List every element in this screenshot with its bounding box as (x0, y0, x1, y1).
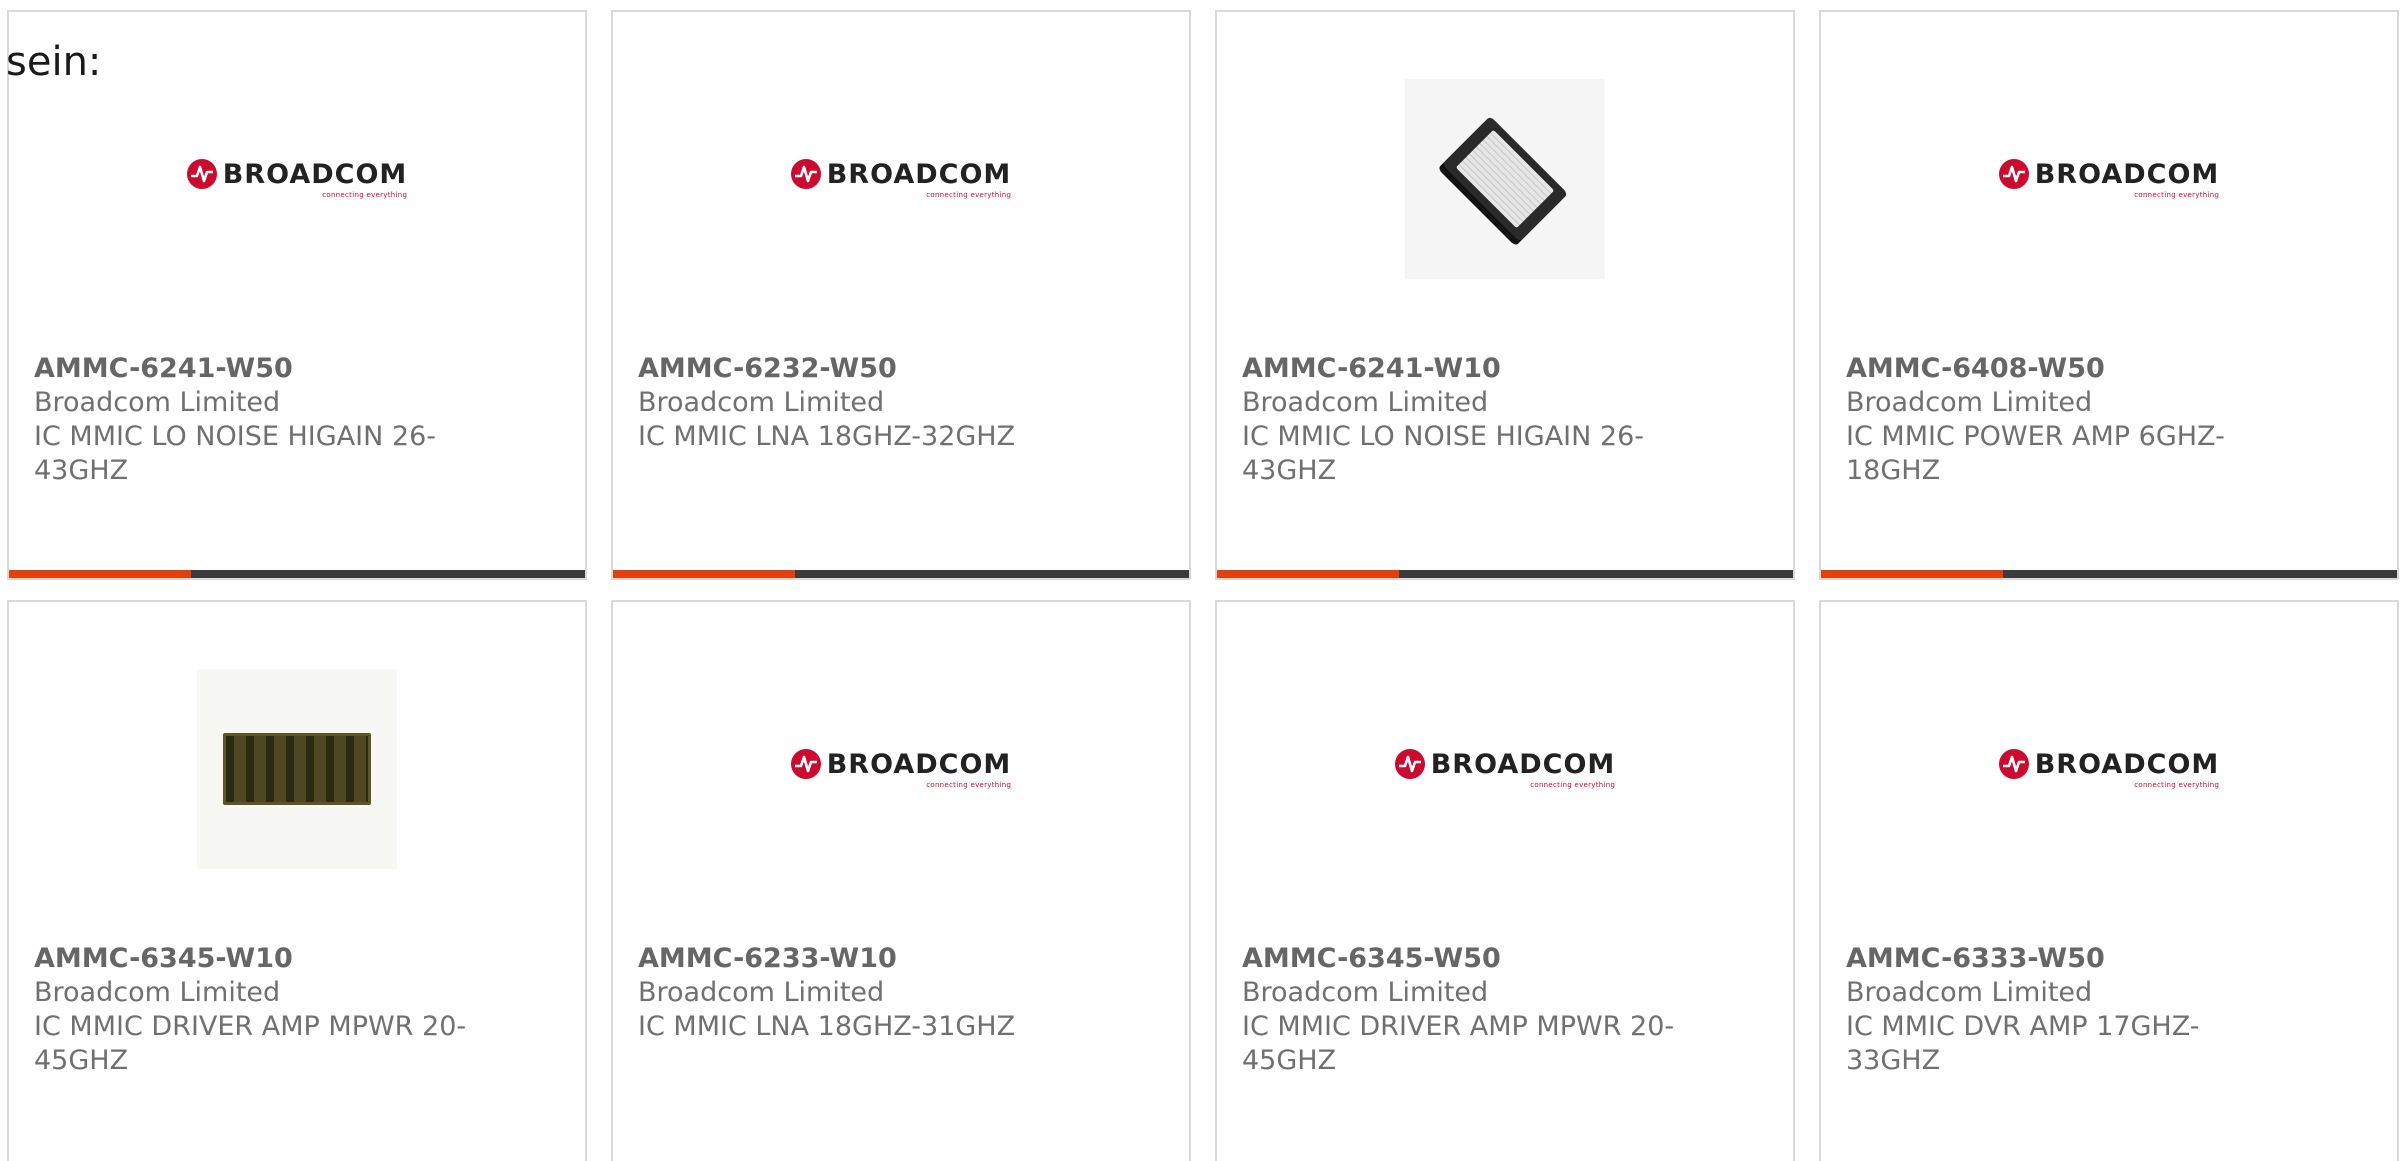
logo-wordmark: BROADCOM (826, 158, 1012, 190)
broadcom-logo: BROADCOM connecting everything (1998, 158, 2220, 199)
product-image[interactable] (1217, 74, 1793, 284)
logo-wordmark: BROADCOM (2034, 158, 2220, 190)
product-image[interactable]: BROADCOM connecting everything (9, 74, 585, 284)
product-description: IC MMIC LO NOISE HIGAIN 26-43GHZ (1242, 421, 1644, 486)
product-card[interactable]: BROADCOM connecting everything AMMC-6232… (611, 10, 1191, 580)
card-bottom-bar (613, 570, 1189, 578)
card-bottom-bar (9, 570, 585, 578)
logo-tagline: connecting everything (926, 781, 1012, 789)
broadcom-logo-icon (790, 159, 821, 189)
product-description: IC MMIC LO NOISE HIGAIN 26-43GHZ (34, 421, 436, 486)
broadcom-logo: BROADCOM connecting everything (1998, 748, 2220, 789)
part-number[interactable]: AMMC-6333-W50 (1846, 942, 2105, 976)
product-description: IC MMIC DRIVER AMP MPWR 20-45GHZ (34, 1011, 467, 1076)
part-number[interactable]: AMMC-6345-W50 (1242, 942, 1501, 976)
product-image[interactable]: BROADCOM connecting everything (1821, 664, 2397, 874)
manufacturer: Broadcom Limited (1846, 387, 2093, 418)
product-image[interactable]: BROADCOM connecting everything (613, 664, 1189, 874)
logo-tagline: connecting everything (322, 191, 408, 199)
product-image[interactable] (9, 664, 585, 874)
logo-tagline: connecting everything (926, 191, 1012, 199)
card-accent (1821, 570, 2003, 578)
card-bottom-bar (1217, 570, 1793, 578)
manufacturer: Broadcom Limited (1846, 977, 2093, 1008)
logo-wordmark: BROADCOM (222, 158, 408, 190)
logo-tagline: connecting everything (1530, 781, 1616, 789)
broadcom-logo-icon (1998, 749, 2029, 779)
part-number[interactable]: AMMC-6233-W10 (638, 942, 897, 976)
manufacturer: Broadcom Limited (638, 387, 885, 418)
card-accent (613, 570, 795, 578)
manufacturer: Broadcom Limited (34, 387, 281, 418)
part-number[interactable]: AMMC-6345-W10 (34, 942, 293, 976)
product-card[interactable]: BROADCOM connecting everything AMMC-6241… (7, 10, 587, 580)
card-accent (9, 570, 191, 578)
part-number[interactable]: AMMC-6232-W50 (638, 352, 897, 386)
product-image[interactable]: BROADCOM connecting everything (1217, 664, 1793, 874)
logo-wordmark: BROADCOM (2034, 748, 2220, 780)
broadcom-logo: BROADCOM connecting everything (186, 158, 408, 199)
part-number[interactable]: AMMC-6408-W50 (1846, 352, 2105, 386)
manufacturer: Broadcom Limited (638, 977, 885, 1008)
broadcom-logo: BROADCOM connecting everything (790, 748, 1012, 789)
logo-wordmark: BROADCOM (1430, 748, 1616, 780)
product-description: IC MMIC LNA 18GHZ-31GHZ (638, 1011, 1016, 1042)
product-card[interactable]: BROADCOM connecting everything AMMC-6408… (1819, 10, 2399, 580)
card-accent (1217, 570, 1399, 578)
chip-package-photo (1405, 79, 1605, 279)
product-description: IC MMIC POWER AMP 6GHZ-18GHZ (1846, 421, 2225, 486)
logo-wordmark: BROADCOM (826, 748, 1012, 780)
broadcom-logo-icon (1394, 749, 1425, 779)
part-number[interactable]: AMMC-6241-W50 (34, 352, 293, 386)
broadcom-logo-icon (1998, 159, 2029, 189)
manufacturer: Broadcom Limited (1242, 387, 1489, 418)
product-description: IC MMIC DRIVER AMP MPWR 20-45GHZ (1242, 1011, 1675, 1076)
manufacturer: Broadcom Limited (1242, 977, 1489, 1008)
chip-die-photo (197, 669, 397, 869)
product-card[interactable]: BROADCOM connecting everything AMMC-6233… (611, 600, 1191, 1161)
broadcom-logo-icon (790, 749, 821, 779)
broadcom-logo-icon (186, 159, 217, 189)
product-card[interactable]: AMMC-6345-W10 Broadcom Limited IC MMIC D… (7, 600, 587, 1161)
card-bottom-bar (1821, 570, 2397, 578)
broadcom-logo: BROADCOM connecting everything (1394, 748, 1616, 789)
product-description: IC MMIC LNA 18GHZ-32GHZ (638, 421, 1016, 452)
product-image[interactable]: BROADCOM connecting everything (1821, 74, 2397, 284)
product-card[interactable]: BROADCOM connecting everything AMMC-6333… (1819, 600, 2399, 1161)
product-card[interactable]: AMMC-6241-W10 Broadcom Limited IC MMIC L… (1215, 10, 1795, 580)
logo-tagline: connecting everything (2134, 191, 2220, 199)
manufacturer: Broadcom Limited (34, 977, 281, 1008)
product-description: IC MMIC DVR AMP 17GHZ-33GHZ (1846, 1011, 2200, 1076)
product-image[interactable]: BROADCOM connecting everything (613, 74, 1189, 284)
part-number[interactable]: AMMC-6241-W10 (1242, 352, 1501, 386)
intro-text: sein: (6, 39, 102, 85)
broadcom-logo: BROADCOM connecting everything (790, 158, 1012, 199)
product-card[interactable]: BROADCOM connecting everything AMMC-6345… (1215, 600, 1795, 1161)
logo-tagline: connecting everything (2134, 781, 2220, 789)
